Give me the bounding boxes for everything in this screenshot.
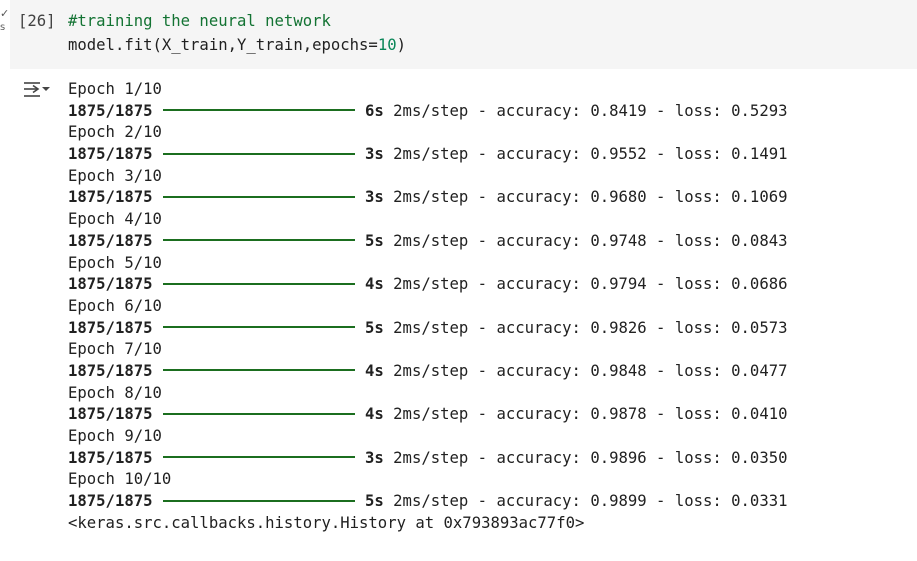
epoch-progress-line: 1875/1875 5s 2ms/step - accuracy: 0.9748 … bbox=[68, 231, 787, 253]
epoch-label: Epoch 2/10 bbox=[68, 123, 162, 142]
epoch-progress-line: 1875/1875 3s 2ms/step - accuracy: 0.9680 … bbox=[68, 187, 787, 209]
epoch-duration: 5s bbox=[365, 318, 384, 337]
epoch-duration: 4s bbox=[365, 275, 384, 294]
epoch-duration: 3s bbox=[365, 145, 384, 164]
progress-bar bbox=[163, 369, 355, 372]
epoch-label: Epoch 8/10 bbox=[68, 383, 162, 402]
epoch-duration: 5s bbox=[365, 231, 384, 250]
progress-bar bbox=[163, 109, 355, 112]
progress-bar bbox=[163, 239, 355, 242]
epoch-label: Epoch 1/10 bbox=[68, 80, 162, 98]
epoch-metrics: 2ms/step - accuracy: 0.9848 - loss: 0.04… bbox=[393, 361, 788, 380]
epoch-duration: 6s bbox=[365, 101, 384, 120]
step-count: 1875/1875 bbox=[68, 145, 153, 164]
step-count: 1875/1875 bbox=[68, 405, 153, 424]
execution-count: [26] bbox=[18, 12, 56, 30]
run-status[interactable]: ✓ s bbox=[0, 8, 12, 40]
output-collapse-icon bbox=[24, 82, 50, 97]
epoch-metrics: 2ms/step - accuracy: 0.9794 - loss: 0.06… bbox=[393, 275, 788, 294]
code-line-comment[interactable]: #training the neural network bbox=[68, 9, 331, 33]
progress-bar bbox=[163, 282, 355, 285]
progress-bar bbox=[163, 195, 355, 198]
step-count: 1875/1875 bbox=[68, 101, 153, 120]
run-time-unit: s bbox=[0, 22, 6, 33]
step-count: 1875/1875 bbox=[68, 275, 153, 294]
epoch-label: Epoch 6/10 bbox=[68, 296, 162, 315]
epoch-duration: 3s bbox=[365, 448, 384, 467]
epoch-duration: 4s bbox=[365, 405, 384, 424]
code-call-suffix: ) bbox=[396, 36, 406, 54]
epoch-progress-line: 1875/1875 4s 2ms/step - accuracy: 0.9794 … bbox=[68, 274, 787, 296]
code-line-fit-call[interactable]: model.fit(X_train,Y_train,epochs=10) bbox=[68, 33, 406, 57]
epoch-duration: 3s bbox=[365, 188, 384, 207]
progress-bar bbox=[163, 412, 355, 415]
epoch-label: Epoch 10/10 bbox=[68, 470, 172, 489]
step-count: 1875/1875 bbox=[68, 492, 153, 511]
cell-output: Epoch 1/10 1875/1875 6s 2ms/step - accurac… bbox=[68, 79, 787, 534]
epoch-label: Epoch 5/10 bbox=[68, 253, 162, 272]
step-count: 1875/1875 bbox=[68, 361, 153, 380]
step-count: 1875/1875 bbox=[68, 188, 153, 207]
epoch-label: Epoch 7/10 bbox=[68, 340, 162, 359]
epoch-label: Epoch 4/10 bbox=[68, 210, 162, 229]
fit-result: <keras.src.callbacks.history.History at … bbox=[68, 513, 585, 532]
epoch-progress-line: 1875/1875 3s 2ms/step - accuracy: 0.9896 … bbox=[68, 448, 787, 470]
code-comment: #training the neural network bbox=[68, 12, 331, 30]
step-count: 1875/1875 bbox=[68, 231, 153, 250]
epoch-metrics: 2ms/step - accuracy: 0.9899 - loss: 0.03… bbox=[393, 492, 788, 511]
epoch-metrics: 2ms/step - accuracy: 0.9878 - loss: 0.04… bbox=[393, 405, 788, 424]
epoch-metrics: 2ms/step - accuracy: 0.8419 - loss: 0.52… bbox=[393, 101, 788, 120]
epoch-metrics: 2ms/step - accuracy: 0.9826 - loss: 0.05… bbox=[393, 318, 788, 337]
epoch-label: Epoch 9/10 bbox=[68, 427, 162, 445]
progress-bar bbox=[163, 152, 355, 155]
output-toggle-button[interactable] bbox=[22, 80, 52, 104]
epoch-metrics: 2ms/step - accuracy: 0.9680 - loss: 0.10… bbox=[393, 188, 788, 207]
epoch-progress-line: 1875/1875 4s 2ms/step - accuracy: 0.9878 … bbox=[68, 404, 787, 426]
code-call-prefix: model.fit(X_train,Y_train,epochs= bbox=[68, 36, 378, 54]
epoch-metrics: 2ms/step - accuracy: 0.9748 - loss: 0.08… bbox=[393, 231, 788, 250]
epoch-progress-line: 1875/1875 6s 2ms/step - accuracy: 0.8419 … bbox=[68, 101, 787, 123]
epoch-label: Epoch 3/10 bbox=[68, 166, 162, 185]
epoch-progress-line: 1875/1875 3s 2ms/step - accuracy: 0.9552 … bbox=[68, 144, 787, 166]
step-count: 1875/1875 bbox=[68, 448, 153, 467]
epoch-metrics: 2ms/step - accuracy: 0.9552 - loss: 0.14… bbox=[393, 145, 788, 164]
progress-bar bbox=[163, 326, 355, 329]
epoch-progress-line: 1875/1875 5s 2ms/step - accuracy: 0.9899 … bbox=[68, 491, 787, 513]
step-count: 1875/1875 bbox=[68, 318, 153, 337]
progress-bar bbox=[163, 499, 355, 502]
code-epochs-value: 10 bbox=[377, 36, 397, 54]
epoch-progress-line: 1875/1875 5s 2ms/step - accuracy: 0.9826 … bbox=[68, 318, 787, 340]
epoch-duration: 5s bbox=[365, 492, 384, 511]
epoch-duration: 4s bbox=[365, 361, 384, 380]
checkmark-icon: ✓ bbox=[0, 7, 10, 20]
epoch-metrics: 2ms/step - accuracy: 0.9896 - loss: 0.03… bbox=[393, 448, 788, 467]
progress-bar bbox=[163, 456, 355, 459]
epoch-progress-line: 1875/1875 4s 2ms/step - accuracy: 0.9848 … bbox=[68, 361, 787, 383]
